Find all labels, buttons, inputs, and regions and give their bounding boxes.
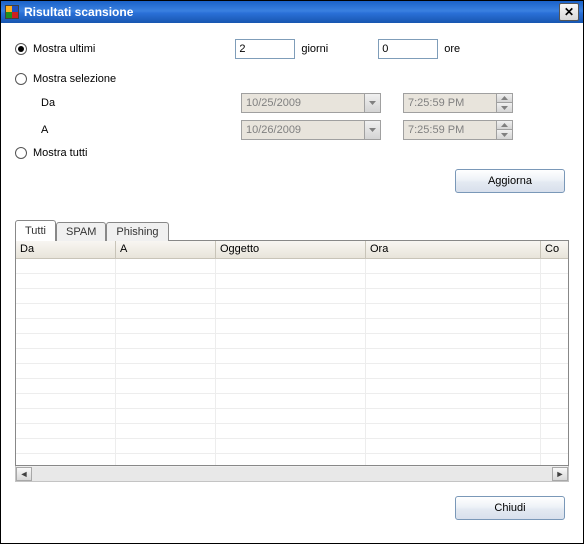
table-row bbox=[16, 454, 568, 465]
col-to[interactable]: A bbox=[116, 241, 216, 258]
radio-show-last[interactable]: Mostra ultimi bbox=[15, 43, 95, 55]
table-row bbox=[16, 349, 568, 364]
radio-dot-icon bbox=[15, 43, 27, 55]
app-icon bbox=[5, 5, 19, 19]
to-time-value: 7:25:59 PM bbox=[404, 124, 496, 136]
table-row bbox=[16, 439, 568, 454]
from-date-value: 10/25/2009 bbox=[242, 97, 364, 109]
table-row bbox=[16, 289, 568, 304]
from-time-value: 7:25:59 PM bbox=[404, 97, 496, 109]
col-extra[interactable]: Co bbox=[541, 241, 568, 258]
days-input[interactable] bbox=[235, 39, 295, 59]
scroll-left-icon[interactable]: ◄ bbox=[16, 467, 32, 481]
titlebar: Risultati scansione ✕ bbox=[1, 1, 583, 23]
table-row bbox=[16, 319, 568, 334]
chevron-down-icon bbox=[364, 94, 380, 112]
hours-label: ore bbox=[444, 43, 460, 55]
tabs: Tutti SPAM Phishing bbox=[15, 222, 569, 241]
col-from[interactable]: Da bbox=[16, 241, 116, 258]
tab-phishing[interactable]: Phishing bbox=[106, 222, 168, 241]
tab-all[interactable]: Tutti bbox=[15, 220, 56, 241]
table-row bbox=[16, 394, 568, 409]
scroll-track[interactable] bbox=[32, 467, 552, 481]
client-area: Mostra ultimi giorni ore Mostra selezion… bbox=[1, 23, 583, 543]
radio-show-last-label: Mostra ultimi bbox=[33, 43, 95, 55]
radio-show-all-label: Mostra tutti bbox=[33, 147, 87, 159]
close-icon[interactable]: ✕ bbox=[559, 3, 579, 21]
chevron-down-icon bbox=[364, 121, 380, 139]
radio-empty-icon bbox=[15, 147, 27, 159]
table-row bbox=[16, 424, 568, 439]
days-label: giorni bbox=[301, 43, 328, 55]
radio-show-selection-label: Mostra selezione bbox=[33, 73, 116, 85]
to-time-spinner[interactable]: 7:25:59 PM bbox=[403, 120, 513, 140]
close-button[interactable]: Chiudi bbox=[455, 496, 565, 520]
spin-down-icon[interactable] bbox=[497, 130, 512, 139]
col-subject[interactable]: Oggetto bbox=[216, 241, 366, 258]
refresh-button[interactable]: Aggiorna bbox=[455, 169, 565, 193]
spin-up-icon[interactable] bbox=[497, 94, 512, 103]
to-label: A bbox=[41, 124, 241, 136]
table-row bbox=[16, 379, 568, 394]
radio-empty-icon bbox=[15, 73, 27, 85]
spinner-buttons bbox=[496, 121, 512, 139]
horizontal-scrollbar[interactable]: ◄ ► bbox=[15, 466, 569, 482]
from-label: Da bbox=[41, 97, 241, 109]
grid-body bbox=[16, 259, 568, 465]
spinner-buttons bbox=[496, 94, 512, 112]
table-row bbox=[16, 334, 568, 349]
to-date-combo[interactable]: 10/26/2009 bbox=[241, 120, 381, 140]
table-row bbox=[16, 364, 568, 379]
radio-show-selection[interactable]: Mostra selezione bbox=[15, 73, 569, 85]
scroll-right-icon[interactable]: ► bbox=[552, 467, 568, 481]
results-grid: Da A Oggetto Ora Co bbox=[15, 240, 569, 466]
tab-spam[interactable]: SPAM bbox=[56, 222, 106, 241]
grid-header: Da A Oggetto Ora Co bbox=[16, 241, 568, 259]
table-row bbox=[16, 304, 568, 319]
spin-down-icon[interactable] bbox=[497, 103, 512, 112]
from-time-spinner[interactable]: 7:25:59 PM bbox=[403, 93, 513, 113]
to-date-value: 10/26/2009 bbox=[242, 124, 364, 136]
window-title: Risultati scansione bbox=[24, 5, 133, 19]
table-row bbox=[16, 409, 568, 424]
radio-show-all[interactable]: Mostra tutti bbox=[15, 147, 569, 159]
col-time[interactable]: Ora bbox=[366, 241, 541, 258]
table-row bbox=[16, 259, 568, 274]
spin-up-icon[interactable] bbox=[497, 121, 512, 130]
hours-input[interactable] bbox=[378, 39, 438, 59]
table-row bbox=[16, 274, 568, 289]
from-date-combo[interactable]: 10/25/2009 bbox=[241, 93, 381, 113]
